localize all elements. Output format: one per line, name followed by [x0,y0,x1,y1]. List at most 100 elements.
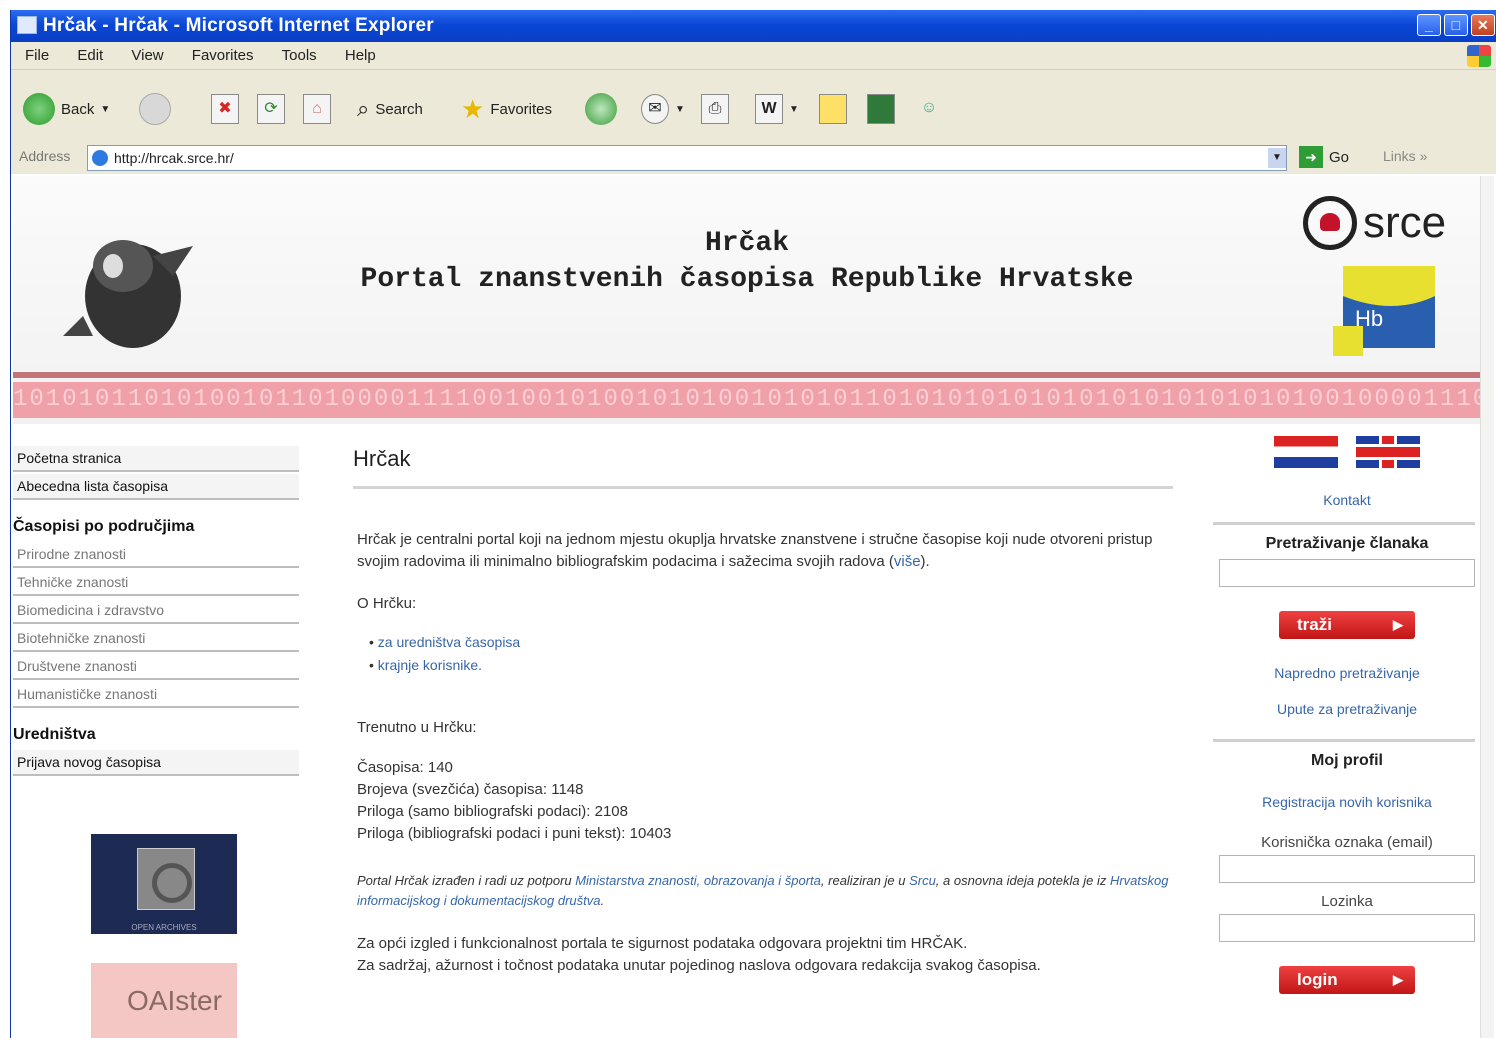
history-icon [585,93,617,125]
mail-button[interactable]: ✉ ▼ [641,90,685,128]
address-input[interactable]: http://hrcak.srce.hr/ ▼ [87,145,1287,171]
more-link[interactable]: više [894,553,921,570]
username-input[interactable] [1219,855,1475,883]
links-button[interactable]: Links » [1383,148,1427,164]
minimize-button[interactable]: _ [1417,14,1441,36]
messenger-button[interactable]: ☺ [915,90,943,128]
link-editorial[interactable]: za uredništva časopisa [378,634,520,650]
nav-section-fields: Časopisi po područjima [13,518,195,535]
hid-logo[interactable]: Hb [1333,266,1435,356]
nav-social-sciences[interactable]: Društvene znanosti [13,654,299,680]
svg-text:Hb: Hb [1355,306,1383,331]
srce-logo[interactable]: srce [1303,196,1446,250]
search-input[interactable] [1219,559,1475,587]
research-button[interactable] [867,90,895,128]
nav-natural-sciences[interactable]: Prirodne znanosti [13,542,299,568]
nav-technical-sciences[interactable]: Tehničke znanosti [13,570,299,596]
heading-rule [353,486,1173,489]
nav-alphabetical[interactable]: Abecedna lista časopisa [13,474,299,500]
stat-bib-only: Priloga (samo bibliografski podaci): 210… [357,803,628,820]
home-icon: ⌂ [303,94,331,124]
contact-link[interactable]: Kontakt [1213,492,1481,508]
home-button[interactable]: ⌂ [303,90,331,128]
favorites-button[interactable]: ★ Favorites [461,90,552,128]
history-button[interactable] [585,90,617,128]
list-item: • krajnje korisnike. [369,657,483,673]
oaister-logo[interactable]: OAIster [91,963,237,1038]
profile-heading: Moj profil [1311,752,1383,769]
login-button[interactable]: login [1279,966,1415,994]
open-archives-logo[interactable]: OPEN ARCHIVES [91,834,237,934]
search-submit-button[interactable]: traži [1279,611,1415,639]
windows-logo-icon [1467,45,1491,67]
print-button[interactable]: ⎙ [701,90,729,128]
disc-icon [137,848,195,910]
toolbar: Back ▼ ✖ ⟳ ⌂ ⌕ Search ★ Favorites ✉ ▼ ⎙ W ▼… [11,70,1496,150]
refresh-icon: ⟳ [257,94,285,124]
nav-biotechnical[interactable]: Biotehničke znanosti [13,626,299,652]
refresh-button[interactable]: ⟳ [257,90,285,128]
main-content: Hrčak Hrčak je centralni portal koji na … [353,446,1173,997]
go-button[interactable]: ➜ Go [1299,146,1349,168]
srce-heart-icon [1303,196,1357,250]
advanced-search-link[interactable]: Napredno pretraživanje [1213,665,1481,681]
address-bar: Address http://hrcak.srce.hr/ ▼ ➜ Go Lin… [11,140,1496,174]
search-help-link[interactable]: Upute za pretraživanje [1213,701,1481,717]
star-icon: ★ [461,93,485,124]
web-page: Hrčak Portal znanstvenih časopisa Republ… [13,176,1481,1038]
list-item: • za uredništva časopisa [369,634,521,650]
discuss-button[interactable] [819,90,847,128]
search-button[interactable]: ⌕ Search [357,90,423,128]
close-button[interactable]: ✕ [1471,14,1495,36]
search-icon: ⌕ [357,96,370,121]
ie-page-icon [17,16,37,34]
about-label: O Hrčku: [357,595,417,612]
register-link[interactable]: Registracija novih korisnika [1213,794,1481,810]
search-heading: Pretraživanje članaka [1265,535,1429,552]
menu-favorites[interactable]: Favorites [192,47,254,64]
address-label: Address [19,148,71,164]
ministry-link[interactable]: Ministarstva znanosti, obrazovanja i špo… [575,873,821,888]
menu-file[interactable]: File [25,47,49,64]
word-icon: W [755,94,783,124]
page-heading: Hrčak [353,446,411,471]
credits-text: Portal Hrčak izrađen i radi uz potporu M… [357,873,1169,908]
left-sidebar: Početna stranica Abecedna lista časopisa… [13,446,303,778]
username-label: Korisnička oznaka (email) [1261,834,1433,851]
croatian-flag-icon[interactable] [1274,436,1338,468]
messenger-icon: ☺ [920,99,938,116]
link-users[interactable]: krajnje korisnike. [378,657,482,673]
nav-biomedicine[interactable]: Biomedicina i zdravstvo [13,598,299,624]
edit-button[interactable]: W ▼ [755,90,799,128]
english-flag-icon[interactable] [1356,436,1420,468]
srce-link[interactable]: Srcu [909,873,936,888]
stop-icon: ✖ [211,94,239,124]
back-arrow-icon [23,93,55,125]
nav-home[interactable]: Početna stranica [13,446,299,472]
banner-divider [13,372,1481,378]
menu-help[interactable]: Help [345,47,376,64]
nav-humanities[interactable]: Humanističke znanosti [13,682,299,708]
binary-strip: 1010101101010010110100001111001001010010… [13,382,1481,418]
go-arrow-icon: ➜ [1299,146,1323,168]
stop-button[interactable]: ✖ [211,90,239,128]
browser-window: Hrčak - Hrčak - Microsoft Internet Explo… [10,10,1496,1038]
menu-tools[interactable]: Tools [282,47,317,64]
password-input[interactable] [1219,914,1475,942]
address-dropdown-icon[interactable]: ▼ [1268,148,1286,168]
menu-bar: File Edit View Favorites Tools Help [11,42,1496,70]
print-icon: ⎙ [701,94,729,124]
password-label: Lozinka [1321,893,1373,910]
nav-section-editorial: Uredništva [13,726,96,743]
vertical-scrollbar[interactable] [1480,176,1494,1038]
menu-edit[interactable]: Edit [77,47,103,64]
stats-label: Trenutno u Hrčku: [357,719,477,736]
menu-view[interactable]: View [131,47,163,64]
stat-issues: Brojeva (svezčića) časopisa: 1148 [357,781,584,798]
nav-register-journal[interactable]: Prijava novog časopisa [13,750,299,776]
right-sidebar: Kontakt Pretraživanje članaka traži Napr… [1213,436,1481,994]
maximize-button[interactable]: □ [1444,14,1468,36]
research-icon [867,94,895,124]
forward-button[interactable] [139,90,171,128]
back-button[interactable]: Back ▼ [23,90,110,128]
